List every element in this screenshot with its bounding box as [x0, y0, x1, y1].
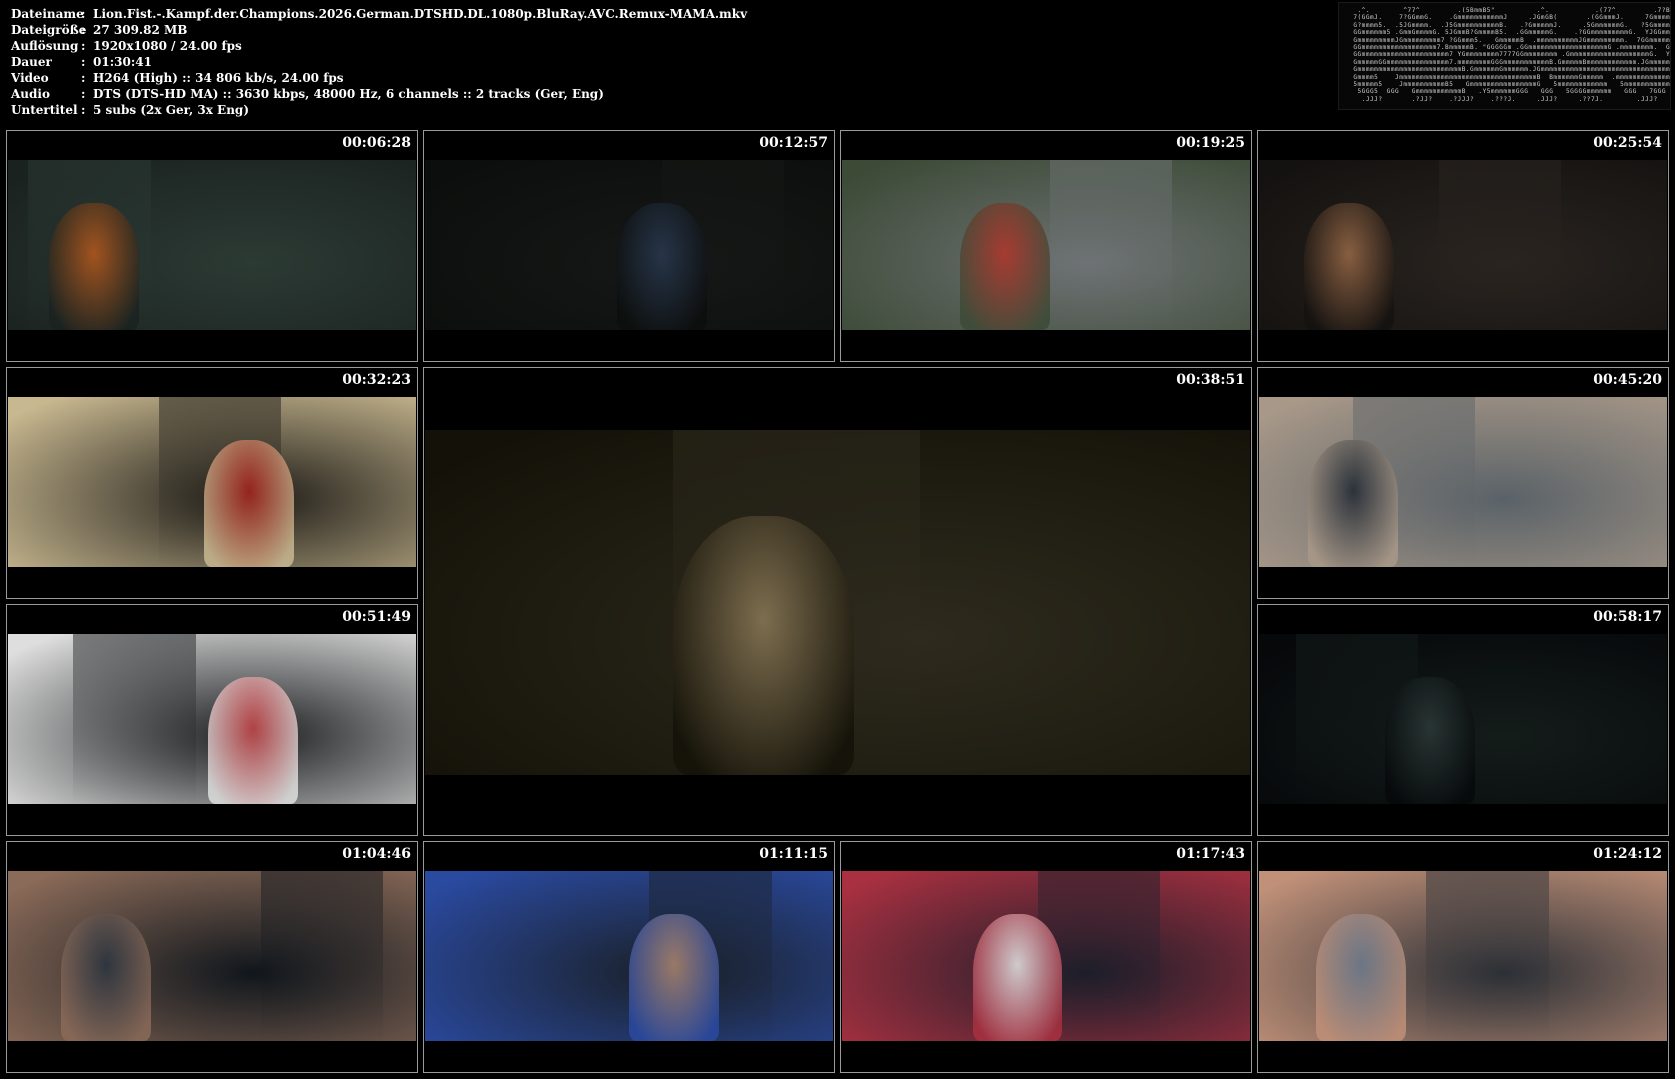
- scene-subject: [616, 202, 707, 330]
- timestamp-label: 00:58:17: [1593, 609, 1662, 625]
- info-value: DTS (DTS-HD MA) :: 3630 kbps, 48000 Hz, …: [93, 87, 604, 101]
- scene-subject: [1307, 439, 1398, 567]
- video-frame: [1259, 634, 1667, 804]
- scene-subject: [61, 913, 151, 1041]
- scene-subject: [207, 676, 298, 804]
- release-group-logo: .^. ^77^ .(5BmmB5" .^. .(77^ .7?BmmG5" 7…: [1338, 2, 1671, 110]
- info-label: Video: [11, 71, 49, 85]
- info-value: 01:30:41: [93, 55, 152, 69]
- video-thumbnail: 01:24:12: [1257, 841, 1669, 1073]
- info-row: Video: H264 (High) :: 34 806 kb/s, 24.00 …: [11, 70, 747, 86]
- video-thumbnail: 00:51:49: [6, 604, 418, 836]
- info-separator: :: [81, 55, 86, 69]
- video-frame: [842, 160, 1250, 330]
- info-value: Lion.Fist.-.Kampf.der.Champions.2026.Ger…: [93, 7, 748, 21]
- scene-subject: [1385, 676, 1476, 804]
- video-frame: [8, 634, 416, 804]
- timestamp-label: 00:06:28: [342, 135, 411, 151]
- timestamp-label: 00:51:49: [342, 609, 411, 625]
- scene-light: [73, 634, 196, 804]
- video-frame: [1259, 160, 1667, 330]
- video-frame: [8, 160, 416, 330]
- timestamp-label: 00:45:20: [1593, 372, 1662, 388]
- scene-light: [1050, 160, 1173, 330]
- video-thumbnail: 00:45:20: [1257, 367, 1669, 599]
- timestamp-label: 01:17:43: [1176, 846, 1245, 862]
- scene-light: [260, 871, 384, 1041]
- info-row: Auflösung:1920x1080 / 24.00 fps: [11, 38, 747, 54]
- video-thumbnail: 00:58:17: [1257, 604, 1669, 836]
- video-frame: [1259, 871, 1667, 1041]
- scene-subject: [672, 516, 854, 775]
- info-value: H264 (High) :: 34 806 kb/s, 24.00 fps: [93, 71, 344, 85]
- video-frame: [425, 160, 833, 330]
- video-frame: [842, 871, 1250, 1041]
- video-frame: [425, 871, 833, 1041]
- timestamp-label: 01:11:15: [759, 846, 828, 862]
- info-row: Dateigröße:27 309.82 MB: [11, 22, 747, 38]
- info-separator: :: [81, 87, 86, 101]
- scene-subject: [629, 913, 719, 1041]
- video-thumbnail: 00:06:28: [6, 130, 418, 362]
- video-thumbnail: 00:19:25: [840, 130, 1252, 362]
- scene-subject: [960, 202, 1051, 330]
- video-frame: [425, 430, 1250, 775]
- info-value: 5 subs (2x Ger, 3x Eng): [93, 103, 249, 117]
- video-thumbnail: 00:32:23: [6, 367, 418, 599]
- info-separator: :: [81, 7, 86, 21]
- timestamp-label: 00:38:51: [1176, 372, 1245, 388]
- video-thumbnail: 01:11:15: [423, 841, 835, 1073]
- video-frame: [1259, 397, 1667, 567]
- video-frame: [8, 397, 416, 567]
- timestamp-label: 01:24:12: [1593, 846, 1662, 862]
- info-label: Audio: [11, 87, 50, 101]
- video-thumbnail: 00:25:54: [1257, 130, 1669, 362]
- scene-subject: [1316, 913, 1406, 1041]
- scene-subject: [972, 913, 1063, 1041]
- scene-light: [1426, 871, 1549, 1041]
- scene-subject: [203, 439, 294, 567]
- scene-light: [1438, 160, 1561, 330]
- info-row: Untertitel:5 subs (2x Ger, 3x Eng): [11, 102, 747, 118]
- video-thumbnail: 00:12:57: [423, 130, 835, 362]
- timestamp-label: 00:25:54: [1593, 135, 1662, 151]
- scene-subject: [1303, 202, 1394, 330]
- video-thumbnail: 00:38:51: [423, 367, 1252, 836]
- info-separator: :: [81, 23, 86, 37]
- info-value: 1920x1080 / 24.00 fps: [93, 39, 242, 53]
- timestamp-label: 00:19:25: [1176, 135, 1245, 151]
- info-label: Dauer: [11, 55, 52, 69]
- info-label: Dateigröße: [11, 23, 87, 37]
- video-thumbnail: 01:17:43: [840, 841, 1252, 1073]
- info-row: Dauer:01:30:41: [11, 54, 747, 70]
- info-label: Dateiname: [11, 7, 84, 21]
- info-row: Audio: DTS (DTS-HD MA) :: 3630 kbps, 4800…: [11, 86, 747, 102]
- timestamp-label: 00:32:23: [342, 372, 411, 388]
- timestamp-label: 01:04:46: [342, 846, 411, 862]
- info-separator: :: [81, 103, 86, 117]
- info-row: Dateiname: Lion.Fist.-.Kampf.der.Champion…: [11, 6, 747, 22]
- file-info-panel: Dateiname: Lion.Fist.-.Kampf.der.Champion…: [11, 6, 747, 118]
- scene-subject: [48, 202, 139, 330]
- info-value: 27 309.82 MB: [93, 23, 188, 37]
- info-label: Auflösung: [11, 39, 79, 53]
- timestamp-label: 00:12:57: [759, 135, 828, 151]
- info-separator: :: [81, 39, 86, 53]
- video-frame: [8, 871, 416, 1041]
- info-label: Untertitel: [11, 103, 78, 117]
- info-separator: :: [81, 71, 86, 85]
- mama-ascii-logo: .^. ^77^ .(5BmmB5" .^. .(77^ .7?BmmG5" 7…: [1353, 7, 1671, 103]
- video-thumbnail: 01:04:46: [6, 841, 418, 1073]
